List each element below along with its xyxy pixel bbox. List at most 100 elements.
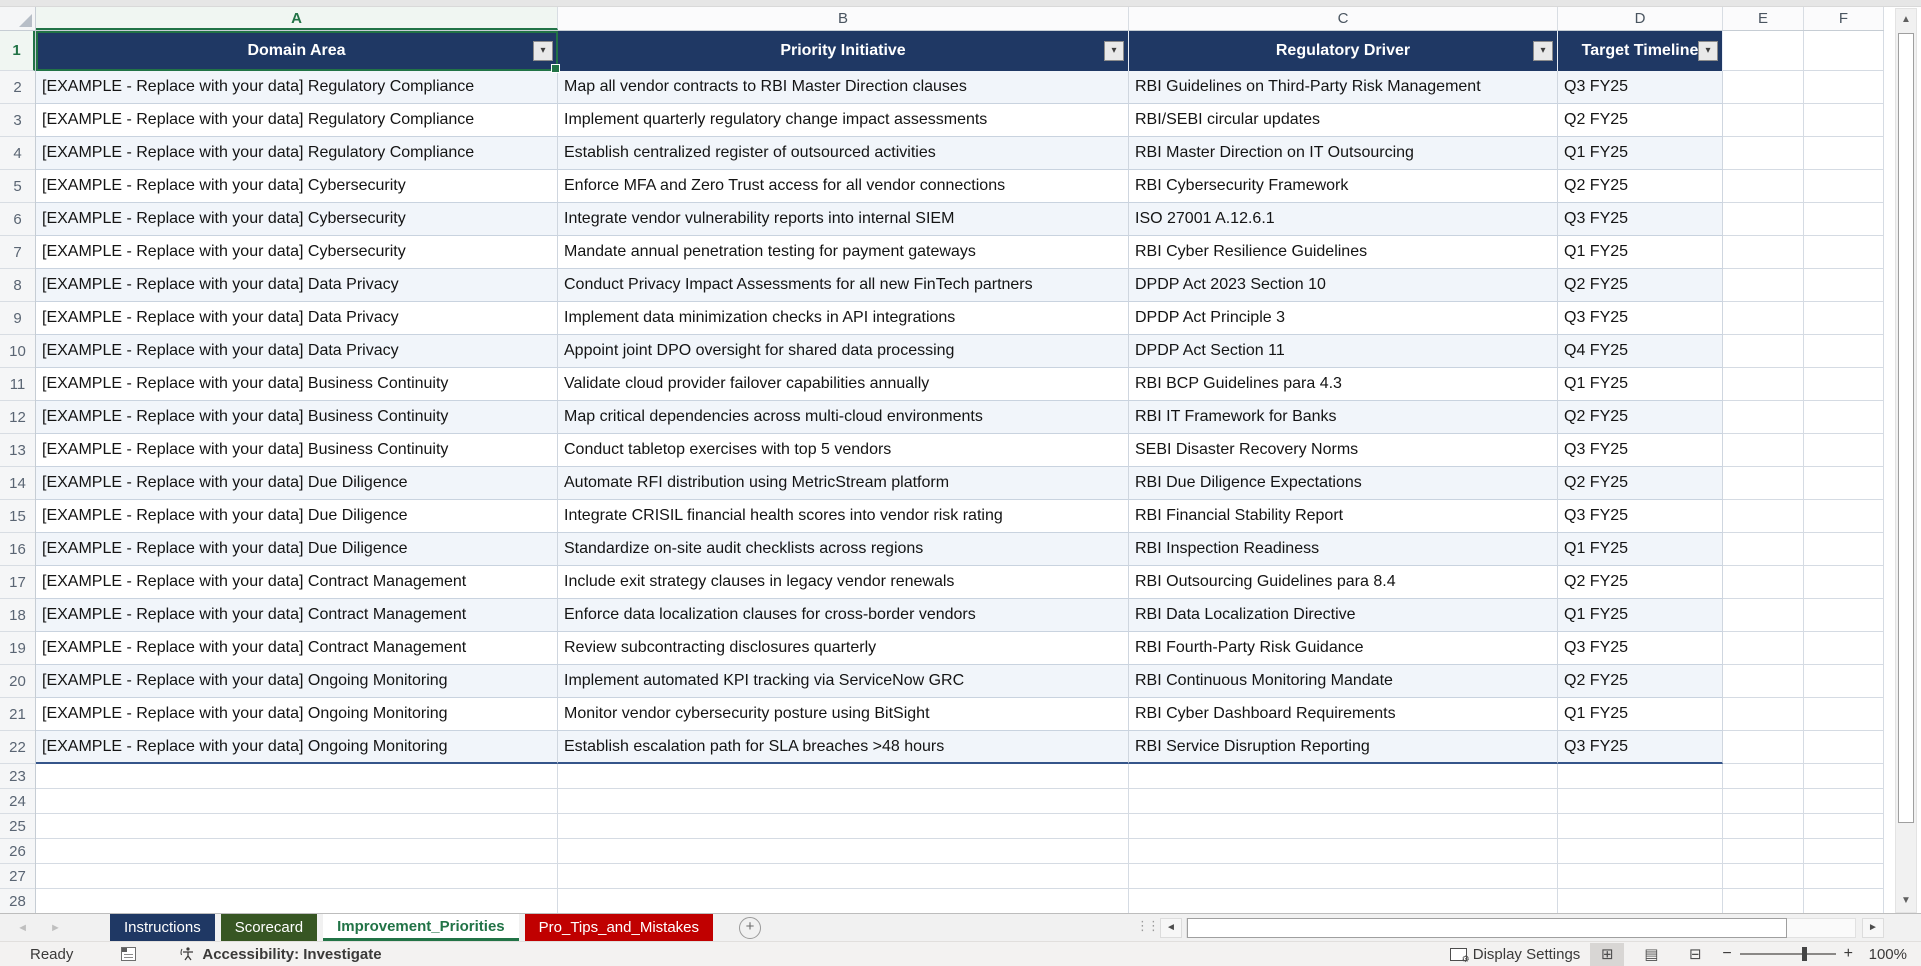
row-header-9[interactable]: 9 [0,302,35,335]
cell-B12[interactable]: Map critical dependencies across multi-c… [558,401,1129,434]
cell-C6[interactable]: ISO 27001 A.12.6.1 [1129,203,1558,236]
cell-F10[interactable] [1804,335,1884,368]
cell-F16[interactable] [1804,533,1884,566]
cell-E3[interactable] [1723,104,1804,137]
cell-F5[interactable] [1804,170,1884,203]
cell-F3[interactable] [1804,104,1884,137]
cell-B10[interactable]: Appoint joint DPO oversight for shared d… [558,335,1129,368]
cell-B17[interactable]: Include exit strategy clauses in legacy … [558,566,1129,599]
cell-A6[interactable]: [EXAMPLE - Replace with your data] Cyber… [36,203,558,236]
sheet-tab-scorecard[interactable]: Scorecard [221,914,317,941]
cell-B15[interactable]: Integrate CRISIL financial health scores… [558,500,1129,533]
row-header-17[interactable]: 17 [0,566,35,599]
vertical-scrollbar[interactable]: ▲ ▼ [1895,8,1917,913]
horizontal-scrollbar[interactable] [1186,918,1856,938]
cell-B26[interactable] [558,839,1129,864]
cell-F7[interactable] [1804,236,1884,269]
filter-dropdown-button[interactable]: ▾ [1698,41,1718,61]
cell-A7[interactable]: [EXAMPLE - Replace with your data] Cyber… [36,236,558,269]
cell-E18[interactable] [1723,599,1804,632]
cell-C20[interactable]: RBI Continuous Monitoring Mandate [1129,665,1558,698]
cell-E12[interactable] [1723,401,1804,434]
add-sheet-button[interactable]: + [739,914,761,941]
cell-D21[interactable]: Q1 FY25 [1558,698,1723,731]
cell-A26[interactable] [36,839,558,864]
column-header-C[interactable]: C [1129,7,1558,30]
cell-A13[interactable]: [EXAMPLE - Replace with your data] Busin… [36,434,558,467]
sheet-tab-improvement_priorities[interactable]: Improvement_Priorities [323,914,519,941]
cell-A9[interactable]: [EXAMPLE - Replace with your data] Data … [36,302,558,335]
cell-E21[interactable] [1723,698,1804,731]
row-header-19[interactable]: 19 [0,632,35,665]
cell-F2[interactable] [1804,71,1884,104]
tab-nav-right-icon[interactable]: ► [50,922,61,934]
cell-E13[interactable] [1723,434,1804,467]
cell-C12[interactable]: RBI IT Framework for Banks [1129,401,1558,434]
cell-E26[interactable] [1723,839,1804,864]
cell-A28[interactable] [36,889,558,913]
cell-D26[interactable] [1558,839,1723,864]
cell-A23[interactable] [36,764,558,789]
row-header-8[interactable]: 8 [0,269,35,302]
cell-A8[interactable]: [EXAMPLE - Replace with your data] Data … [36,269,558,302]
cell-C27[interactable] [1129,864,1558,889]
cell-F28[interactable] [1804,889,1884,913]
cell-F23[interactable] [1804,764,1884,789]
cell-E16[interactable] [1723,533,1804,566]
cell-D28[interactable] [1558,889,1723,913]
cell-B8[interactable]: Conduct Privacy Impact Assessments for a… [558,269,1129,302]
cell-E23[interactable] [1723,764,1804,789]
zoom-out-button[interactable]: − [1722,945,1731,963]
cell-E25[interactable] [1723,814,1804,839]
cell-C10[interactable]: DPDP Act Section 11 [1129,335,1558,368]
cell-E6[interactable] [1723,203,1804,236]
tab-nav-left-icon[interactable]: ◄ [17,922,28,934]
row-header-14[interactable]: 14 [0,467,35,500]
cell-A4[interactable]: [EXAMPLE - Replace with your data] Regul… [36,137,558,170]
cell-F9[interactable] [1804,302,1884,335]
cell-B22[interactable]: Establish escalation path for SLA breach… [558,731,1129,764]
cell-D18[interactable]: Q1 FY25 [1558,599,1723,632]
macro-recording-icon[interactable] [121,947,136,961]
cell-A22[interactable]: [EXAMPLE - Replace with your data] Ongoi… [36,731,558,764]
row-header-25[interactable]: 25 [0,814,35,839]
accessibility-status[interactable]: Accessibility: Investigate [180,946,381,963]
row-header-2[interactable]: 2 [0,71,35,104]
cell-F22[interactable] [1804,731,1884,764]
cell-B1[interactable]: Priority Initiative▾ [558,31,1129,71]
cell-F12[interactable] [1804,401,1884,434]
cell-E5[interactable] [1723,170,1804,203]
cell-C1[interactable]: Regulatory Driver▾ [1129,31,1558,71]
cell-C14[interactable]: RBI Due Diligence Expectations [1129,467,1558,500]
cell-E17[interactable] [1723,566,1804,599]
cell-D5[interactable]: Q2 FY25 [1558,170,1723,203]
scroll-up-arrow-icon[interactable]: ▲ [1897,10,1915,30]
row-header-27[interactable]: 27 [0,864,35,889]
cell-B7[interactable]: Mandate annual penetration testing for p… [558,236,1129,269]
cell-C5[interactable]: RBI Cybersecurity Framework [1129,170,1558,203]
cell-A27[interactable] [36,864,558,889]
cell-E4[interactable] [1723,137,1804,170]
cell-E11[interactable] [1723,368,1804,401]
hscroll-left-arrow-icon[interactable]: ◄ [1160,918,1182,938]
cell-B19[interactable]: Review subcontracting disclosures quarte… [558,632,1129,665]
cell-C7[interactable]: RBI Cyber Resilience Guidelines [1129,236,1558,269]
cell-E27[interactable] [1723,864,1804,889]
cell-D2[interactable]: Q3 FY25 [1558,71,1723,104]
cell-D13[interactable]: Q3 FY25 [1558,434,1723,467]
cell-F27[interactable] [1804,864,1884,889]
cell-D16[interactable]: Q1 FY25 [1558,533,1723,566]
cell-A15[interactable]: [EXAMPLE - Replace with your data] Due D… [36,500,558,533]
cell-C25[interactable] [1129,814,1558,839]
cell-D11[interactable]: Q1 FY25 [1558,368,1723,401]
cell-D10[interactable]: Q4 FY25 [1558,335,1723,368]
cell-A10[interactable]: [EXAMPLE - Replace with your data] Data … [36,335,558,368]
cell-D20[interactable]: Q2 FY25 [1558,665,1723,698]
row-header-15[interactable]: 15 [0,500,35,533]
cell-E19[interactable] [1723,632,1804,665]
cell-E8[interactable] [1723,269,1804,302]
row-header-28[interactable]: 28 [0,889,35,913]
cell-C22[interactable]: RBI Service Disruption Reporting [1129,731,1558,764]
row-header-20[interactable]: 20 [0,665,35,698]
cell-F11[interactable] [1804,368,1884,401]
